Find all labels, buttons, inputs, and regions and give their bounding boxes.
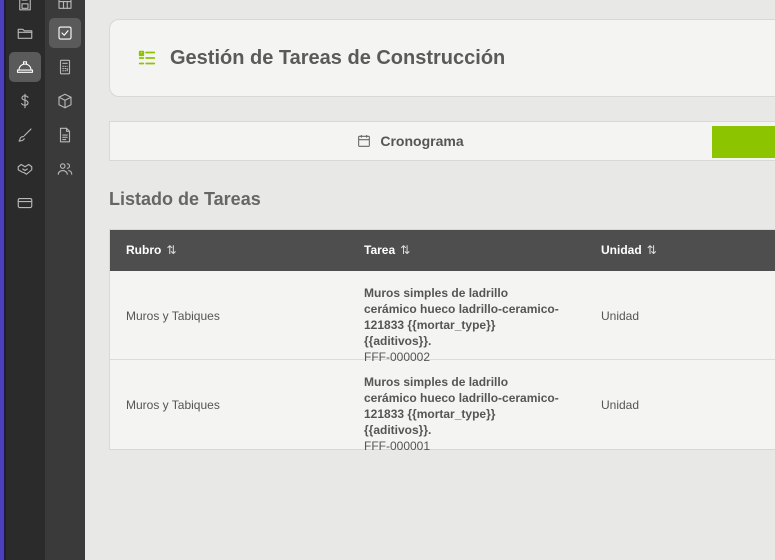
- main-content: Gestión de Tareas de Construcción Cronog…: [85, 0, 775, 560]
- task-list-icon: [136, 47, 158, 69]
- handshake-icon[interactable]: [9, 154, 41, 184]
- column-header-rubro[interactable]: Rubro ⇅: [126, 243, 176, 257]
- cell-unidad: Unidad: [601, 397, 640, 412]
- column-header-tarea[interactable]: Tarea ⇅: [364, 243, 410, 257]
- dollar-icon[interactable]: [9, 86, 41, 116]
- task-description: Muros simples de ladrillo cerámico hueco…: [364, 375, 559, 437]
- card-icon[interactable]: [9, 188, 41, 218]
- document-icon[interactable]: [49, 120, 81, 150]
- column-header-unidad[interactable]: Unidad ⇅: [601, 243, 657, 257]
- calculator-icon[interactable]: [49, 52, 81, 82]
- sort-icon[interactable]: ⇅: [400, 243, 410, 257]
- checkbox-icon[interactable]: [49, 18, 81, 48]
- task-code: FFF-000001: [364, 439, 431, 453]
- brush-icon[interactable]: [9, 120, 41, 150]
- calendar-icon: [358, 135, 371, 147]
- page-title: Gestión de Tareas de Construcción: [170, 46, 506, 69]
- sidebar-edge: [4, 0, 6, 560]
- cell-unidad: Unidad: [601, 308, 640, 323]
- tasks-table: Rubro ⇅ Tarea ⇅ Unidad ⇅ Muros y Tabique…: [109, 229, 775, 453]
- table-header: Rubro ⇅ Tarea ⇅ Unidad ⇅: [110, 230, 775, 271]
- secondary-sidebar: [45, 0, 85, 560]
- tab-cronograma-label: Cronograma: [380, 133, 464, 149]
- hard-hat-icon[interactable]: [9, 52, 41, 82]
- cell-tarea: Muros simples de ladrillo cerámico hueco…: [364, 285, 564, 365]
- sort-icon[interactable]: ⇅: [166, 243, 176, 257]
- cell-rubro: Muros y Tabiques: [126, 397, 220, 412]
- table-icon[interactable]: [49, 0, 81, 18]
- cell-rubro: Muros y Tabiques: [126, 308, 220, 323]
- folder-icon[interactable]: [9, 18, 41, 48]
- box-icon[interactable]: [49, 86, 81, 116]
- primary-sidebar: [0, 0, 45, 560]
- page-header: Gestión de Tareas de Construcción: [109, 19, 775, 97]
- section-title: Listado de Tareas: [109, 189, 261, 209]
- save-icon[interactable]: [9, 0, 41, 18]
- tab-active[interactable]: [712, 126, 775, 158]
- view-tabs: Cronograma: [109, 121, 775, 161]
- users-icon[interactable]: [49, 154, 81, 184]
- sort-icon[interactable]: ⇅: [647, 243, 657, 257]
- table-row[interactable]: Muros y Tabiques Muros simples de ladril…: [110, 271, 775, 364]
- tab-cronograma[interactable]: Cronograma: [110, 122, 710, 160]
- task-description: Muros simples de ladrillo cerámico hueco…: [364, 286, 559, 348]
- cell-tarea: Muros simples de ladrillo cerámico hueco…: [364, 374, 564, 454]
- table-row[interactable]: Muros y Tabiques Muros simples de ladril…: [110, 360, 775, 453]
